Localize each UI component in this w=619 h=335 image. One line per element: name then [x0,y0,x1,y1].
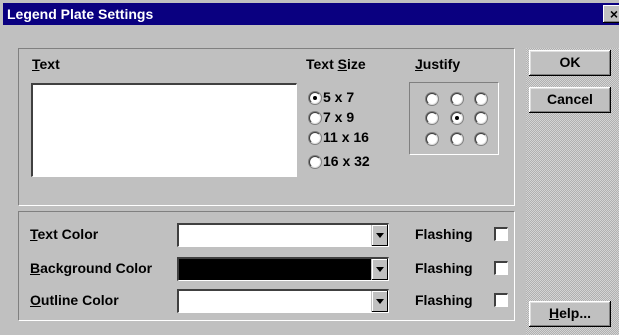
outline-color-swatch [179,291,371,312]
text-size-radio-11x16[interactable] [309,132,321,144]
text-size-option-5x7[interactable]: 5 x 7 [323,89,354,105]
background-color-flashing-label: Flashing [415,260,473,276]
justify-bottom-left-radio[interactable] [426,133,438,145]
outline-color-flashing-checkbox[interactable] [494,293,508,307]
justify-bottom-center-radio[interactable] [451,133,463,145]
outline-color-dropdown[interactable] [177,289,389,313]
background-color-swatch [179,259,371,280]
chevron-down-icon[interactable] [372,225,388,246]
justify-middle-left-radio[interactable] [426,112,438,124]
text-color-flashing-label: Flashing [415,226,473,242]
text-color-swatch [179,225,371,246]
justify-middle-right-radio[interactable] [475,112,487,124]
justify-top-right-radio[interactable] [475,93,487,105]
text-size-option-16x32[interactable]: 16 x 32 [323,153,370,169]
text-color-dropdown[interactable] [177,223,389,247]
title-bar[interactable]: Legend Plate Settings × [3,3,619,25]
close-icon[interactable]: × [603,5,619,23]
text-size-radio-5x7[interactable] [309,92,321,104]
justify-top-left-radio[interactable] [426,93,438,105]
outline-color-label: Outline Color [30,292,119,308]
text-size-option-7x9[interactable]: 7 x 9 [323,109,354,125]
chevron-down-icon[interactable] [372,259,388,280]
outline-color-flashing-label: Flashing [415,292,473,308]
legend-text-input[interactable] [31,83,297,177]
legend-plate-settings-dialog: Legend Plate Settings × Text Text Size 5… [0,0,619,335]
justify-label: Justify [415,56,461,72]
ok-button[interactable]: OK [529,50,611,76]
background-color-flashing-checkbox[interactable] [494,261,508,275]
text-size-option-11x16[interactable]: 11 x 16 [323,129,369,145]
justify-top-center-radio[interactable] [451,93,463,105]
window-title: Legend Plate Settings [7,6,154,22]
background-color-label: Background Color [30,260,153,276]
justify-middle-center-radio[interactable] [451,112,463,124]
text-label: Text [32,56,60,72]
text-size-radio-16x32[interactable] [309,156,321,168]
background-color-dropdown[interactable] [177,257,389,281]
text-color-flashing-checkbox[interactable] [494,227,508,241]
help-button[interactable]: Help... [529,301,611,327]
text-color-label: Text Color [30,226,99,242]
text-size-label: Text Size [306,56,366,72]
text-size-radio-7x9[interactable] [309,112,321,124]
cancel-button[interactable]: Cancel [529,87,611,113]
chevron-down-icon[interactable] [372,291,388,312]
justify-bottom-right-radio[interactable] [475,133,487,145]
